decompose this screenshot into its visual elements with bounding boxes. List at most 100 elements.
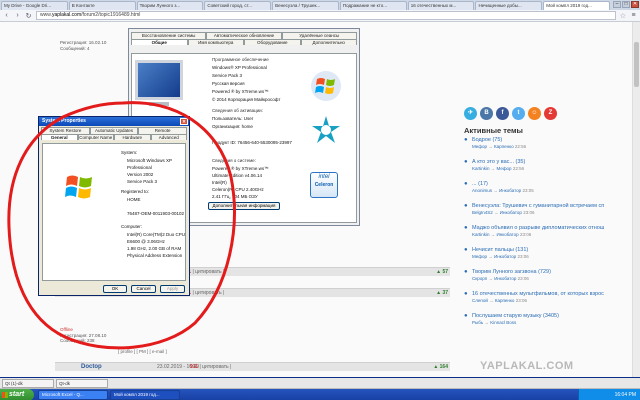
apply-button[interactable]: Apply bbox=[160, 285, 185, 293]
ok-button[interactable]: OK bbox=[103, 285, 127, 293]
cancel-button[interactable]: Cancel bbox=[131, 285, 156, 293]
topic-author[interactable]: Kartinkin bbox=[472, 232, 490, 237]
vote-counter[interactable]: ▲ 164 bbox=[433, 363, 448, 371]
topic-time: 23:06 bbox=[523, 209, 535, 215]
support-info-button[interactable]: Дополнительная информация bbox=[208, 202, 280, 210]
page-scrollbar[interactable] bbox=[632, 22, 640, 377]
system-tray: 16:04 PM bbox=[578, 389, 640, 400]
back-icon[interactable]: ‹ bbox=[3, 12, 10, 19]
social-icon[interactable]: ✈ bbox=[464, 107, 477, 120]
vote-count: 37 bbox=[442, 290, 448, 296]
topic-author[interactable]: Рыбь bbox=[472, 320, 483, 325]
minimize-icon[interactable]: – bbox=[613, 1, 622, 8]
topic-last-poster[interactable]: Инкобатор bbox=[494, 276, 516, 281]
taskbar-task[interactable]: Мой компл 2019 год... bbox=[110, 390, 180, 400]
taskbar-task[interactable]: Microsoft Excel - Q... bbox=[38, 390, 108, 400]
browser-tab[interactable]: Нечищенные добы... bbox=[475, 1, 543, 10]
topic-meta: Мефор → Карпенко 22:56 bbox=[472, 144, 604, 150]
topic-last-poster[interactable]: Карпенко bbox=[494, 144, 514, 149]
info-line: Продукт ID: 76456-640-5530095-23997 bbox=[212, 140, 292, 145]
topic-time: 23:06 bbox=[515, 297, 527, 303]
topic-meta: Рыбь → Kinnacl Boss bbox=[472, 320, 604, 326]
star-logo-icon bbox=[310, 114, 342, 146]
topic-item[interactable]: ● Творим Лунного загзвона (729) Скрорп → И… bbox=[464, 269, 604, 291]
topic-last-poster[interactable]: Мефор bbox=[497, 166, 512, 171]
dialog-tab[interactable]: Advanced bbox=[150, 133, 187, 140]
dialog-tab[interactable]: Hardware bbox=[114, 133, 151, 140]
post1-user-meta: Регистрация: 16.02.10 Сообщений: 4 bbox=[60, 40, 106, 51]
topic-last-poster[interactable]: Инкобатор bbox=[494, 254, 516, 259]
quote-link[interactable]: | цитировать | bbox=[199, 364, 231, 370]
forward-icon[interactable]: › bbox=[14, 12, 21, 19]
post-author[interactable]: Doctop bbox=[81, 363, 102, 371]
menu-icon[interactable]: ≡ bbox=[630, 12, 637, 19]
post2-msg-count: Сообщений: 238 bbox=[60, 338, 95, 344]
reload-icon[interactable]: ↻ bbox=[25, 12, 32, 20]
close-icon[interactable]: ✕ bbox=[631, 1, 640, 8]
topic-last-poster[interactable]: Карпенко bbox=[495, 298, 515, 303]
browser-tab[interactable]: Творим Лунного з... bbox=[136, 1, 204, 10]
dialog-tab[interactable]: Дополнительно bbox=[300, 38, 357, 45]
social-icon[interactable]: B bbox=[480, 107, 493, 120]
browser-tab[interactable]: 16 отечественных м... bbox=[407, 1, 475, 10]
topic-last-poster[interactable]: Инкобатор bbox=[499, 188, 521, 193]
topic-author[interactable]: BelgIn4S2 bbox=[472, 210, 493, 215]
topic-last-poster[interactable]: Инкобатор bbox=[500, 210, 522, 215]
quote-link[interactable]: | цитировать | bbox=[192, 269, 224, 275]
close-icon[interactable]: ✕ bbox=[180, 118, 188, 125]
topic-item[interactable]: ● Маджо объявил о разрыве дипломатических… bbox=[464, 225, 604, 247]
topic-time: 23:06 bbox=[517, 275, 529, 281]
quote-link[interactable]: | цитировать | bbox=[192, 290, 224, 296]
social-icon[interactable]: ☺ bbox=[528, 107, 541, 120]
maximize-icon[interactable]: □ bbox=[622, 1, 631, 8]
info-line: Русская версия bbox=[212, 81, 245, 86]
topic-item[interactable]: ● Венесуэла: Трушевич с гуманитарной встр… bbox=[464, 203, 604, 225]
start-button[interactable]: start bbox=[0, 389, 34, 400]
topic-author[interactable]: Мефор bbox=[472, 254, 487, 259]
windows-logo bbox=[310, 70, 342, 102]
browser-tab[interactable]: Мой компл 2019 год... bbox=[543, 1, 611, 10]
social-icon[interactable]: f bbox=[496, 107, 509, 120]
topic-last-poster[interactable]: Kinnacl Boss bbox=[490, 320, 516, 325]
quick-bar-item[interactable]: Qt-dk bbox=[56, 379, 108, 388]
topic-item[interactable]: ● 16 отечественных мультфильмов, от котор… bbox=[464, 291, 604, 313]
browser-tab[interactable]: Венесуэла / Трушек... bbox=[272, 1, 339, 10]
dialog-tab[interactable]: Computer Name bbox=[77, 133, 114, 140]
dialog-titlebar[interactable]: System Properties ✕ bbox=[39, 117, 189, 126]
topic-item[interactable]: ● Бодрое (75) Мефор → Карпенко 22:56 bbox=[464, 137, 604, 159]
browser-tab[interactable]: My Drive - Google Dri... bbox=[1, 1, 68, 10]
topic-author[interactable]: Anonimus bbox=[472, 188, 492, 193]
social-icon[interactable]: Z bbox=[544, 107, 557, 120]
address-bar: ‹ › ↻ www.yaplakal.com/forum2/topic19164… bbox=[0, 10, 640, 22]
dialog-tab[interactable]: Общие bbox=[131, 38, 188, 45]
windows-flag-icon bbox=[2, 392, 8, 398]
topic-author[interactable]: Скрорп bbox=[472, 276, 487, 281]
browser-tab[interactable]: Подражание не кто... bbox=[339, 1, 407, 10]
topic-item[interactable]: ● Нечисит пальцы (131) Мефор → Инкобатор 2… bbox=[464, 247, 604, 269]
scrollbar-thumb[interactable] bbox=[634, 42, 639, 87]
topic-item[interactable]: ● А кто это у вас... (35) Kartinkin → Мефо… bbox=[464, 159, 604, 181]
social-icon[interactable]: t bbox=[512, 107, 525, 120]
post-number[interactable]: 911 bbox=[190, 364, 198, 370]
post-strip-3: Doctop 23.02.2019 - 16:49 911 | цитирова… bbox=[55, 362, 450, 371]
topic-author[interactable]: Слепой bbox=[472, 298, 488, 303]
vote-counter[interactable]: ▲ 57 bbox=[436, 268, 448, 276]
topic-last-poster[interactable]: Инкобатор bbox=[497, 232, 519, 237]
url-field[interactable]: www.yaplakal.com/forum2/topic1916489.htm… bbox=[36, 11, 616, 20]
bookmark-star-icon[interactable]: ☆ bbox=[620, 12, 626, 20]
bullet-icon: ● bbox=[464, 247, 468, 253]
topic-author[interactable]: Kartinkin bbox=[472, 166, 490, 171]
quick-bar-item[interactable]: Qt (1)-dk bbox=[2, 379, 54, 388]
dialog-tab[interactable]: General bbox=[41, 133, 78, 140]
profile-links[interactable]: [ profile ] [ PM ] [ e-mail ] bbox=[118, 349, 167, 354]
browser-tab[interactable]: Советский город, ст... bbox=[204, 1, 272, 10]
dialog-tab[interactable]: Оборудование bbox=[244, 38, 301, 45]
vote-counter[interactable]: ▲ 37 bbox=[436, 289, 448, 297]
browser-tab[interactable]: В Контакте bbox=[68, 1, 136, 10]
info-line: E6600 @ 3.06GHz bbox=[127, 239, 165, 244]
topic-item[interactable]: ●... (17) Anonimus → Инкобатор 23:05 bbox=[464, 181, 604, 203]
active-topics-list: ● Бодрое (75) Мефор → Карпенко 22:56 ● А кто… bbox=[464, 137, 604, 335]
topic-author[interactable]: Мефор bbox=[472, 144, 487, 149]
topic-item[interactable]: ● Послушаем старую музыку (3405) Рыбь → Ki… bbox=[464, 313, 604, 335]
dialog-tab[interactable]: Имя компьютера bbox=[187, 38, 244, 45]
